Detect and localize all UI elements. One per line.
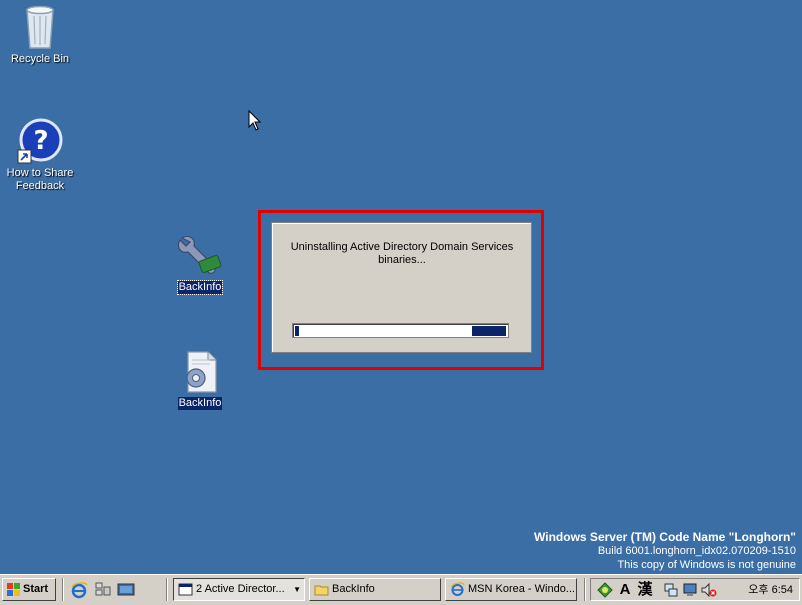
desktop-icon-label: Recycle Bin [10,53,70,65]
settings-file-icon [180,350,220,394]
network-icon[interactable] [663,582,679,598]
desktop-icon-label: How to Share Feedback [6,167,74,192]
mouse-pointer-icon [248,110,262,131]
task-label: MSN Korea - Windo... [468,583,575,595]
task-backinfo[interactable]: BackInfo [309,578,441,601]
chevron-down-icon: ▼ [293,585,301,594]
dialog-message: Uninstalling Active Directory Domain Ser… [290,241,514,266]
desktop-icon-recycle-bin[interactable]: Recycle Bin [0,4,80,66]
watermark-build: Build 6001.longhorn_idx02.070209-1510 [597,545,796,557]
svg-text:?: ? [33,126,48,156]
taskbar-separator [584,578,586,601]
wrench-tool-icon [176,232,224,278]
progress-bar [292,323,509,338]
task-active-directory[interactable]: 2 Active Director... ▼ [173,578,305,601]
progress-dialog: Uninstalling Active Directory Domain Ser… [271,222,532,353]
recycle-bin-icon [22,4,58,50]
taskbar-separator [166,578,168,601]
task-label: BackInfo [332,583,375,595]
desktop-icon-backinfo-file[interactable]: BackInfo [160,350,240,410]
windows-flag-icon [7,583,20,596]
folder-icon [314,585,329,596]
taskbar-clock[interactable]: 오후 6:54 [748,582,793,598]
help-question-icon: ? [17,118,63,164]
computer-monitor-icon[interactable] [683,582,699,598]
desktop-icon-backinfo-tool[interactable]: BackInfo [160,232,240,295]
task-label: 2 Active Director... [196,583,285,595]
start-button[interactable]: Start [2,578,56,601]
watermark-product: Windows Server (TM) Code Name "Longhorn" [534,530,796,544]
desktop: Recycle Bin ? How to Share Feedback Back… [0,0,802,574]
ime-mode-icon[interactable]: A [617,582,633,598]
os-watermark: Windows Server (TM) Code Name "Longhorn"… [534,530,796,572]
language-bar-icon[interactable] [597,582,613,598]
progress-segment [472,326,506,336]
volume-muted-icon[interactable] [701,582,717,598]
desktop-icon-label: BackInfo [177,397,223,410]
desktop-icon-label: BackInfo [176,280,224,295]
desktop-icon-how-to-share-feedback[interactable]: ? How to Share Feedback [0,118,80,193]
ime-hanja-icon[interactable]: 漢 [637,582,653,598]
watermark-genuine-notice: This copy of Windows is not genuine [617,559,796,571]
system-tray: A 漢 오후 6:54 [590,578,800,601]
server-manager-icon[interactable] [94,581,112,599]
internet-explorer-icon[interactable] [70,581,88,599]
show-desktop-icon[interactable] [117,581,135,599]
progress-segment [295,326,299,336]
taskbar-separator [62,578,64,601]
console-window-icon [178,583,193,596]
taskbar: Start 2 Active Director... ▼ BackInfo MS… [0,574,802,605]
task-msn-korea[interactable]: MSN Korea - Windo... [445,578,577,601]
start-label: Start [23,583,49,595]
internet-explorer-icon [450,582,465,596]
